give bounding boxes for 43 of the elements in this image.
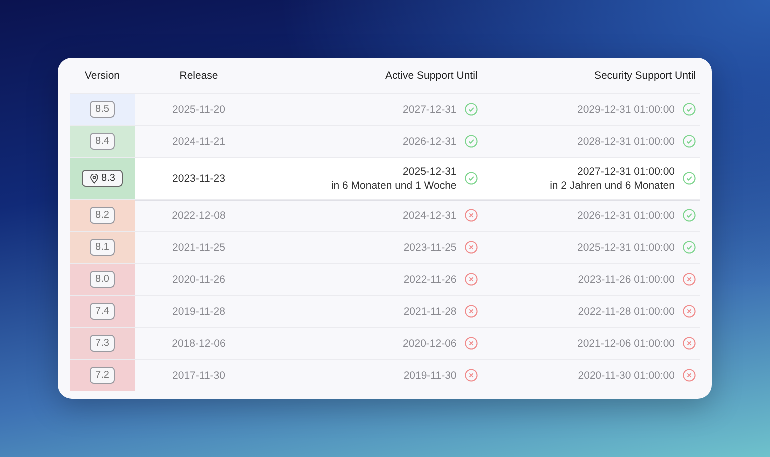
column-header: Active Support Until xyxy=(386,70,478,82)
release-date-text: 2018-12-06 xyxy=(172,338,226,350)
version-badge: 8.4 xyxy=(90,133,116,150)
date-text: 2021-11-28 xyxy=(404,304,457,318)
release-date-text: 2017-11-30 xyxy=(172,370,226,382)
date-text: 2022-11-28 01:00:00 xyxy=(578,304,675,318)
date-text: 2020-12-06 xyxy=(403,336,457,350)
date-text: 2022-11-26 xyxy=(404,272,457,286)
version-badge: 7.2 xyxy=(90,367,116,384)
date-text: 2020-11-30 01:00:00 xyxy=(578,368,675,382)
date-text: 2026-12-31 01:00:00 xyxy=(578,208,675,222)
release-date-text: 2025-11-20 xyxy=(172,104,226,116)
date-text: 2026-12-31 xyxy=(403,134,457,148)
column-header: Security Support Until xyxy=(594,70,696,82)
version-badge: 8.0 xyxy=(90,271,116,288)
date-text: 2023-11-26 01:00:00 xyxy=(578,272,675,286)
version-badge: 8.2 xyxy=(90,207,116,224)
version-badge: 7.4 xyxy=(90,303,116,320)
date-text: 2019-11-30 xyxy=(404,368,457,382)
release-date-text: 2022-12-08 xyxy=(172,210,226,222)
release-date-text: 2021-11-25 xyxy=(172,242,226,254)
release-date-text: 2020-11-26 xyxy=(172,274,226,286)
relative-time-text: in 6 Monaten und 1 Woche xyxy=(331,178,457,192)
date-text: 2027-12-31 01:00:00 xyxy=(578,164,675,178)
location-pin-icon xyxy=(90,174,99,184)
date-text: 2024-12-31 xyxy=(403,208,457,222)
date-text: 2029-12-31 01:00:00 xyxy=(578,102,675,116)
version-badge: 7.3 xyxy=(90,335,116,352)
release-date-text: 2019-11-28 xyxy=(172,306,226,318)
relative-time-text: in 2 Jahren und 6 Monaten xyxy=(550,178,675,192)
date-text: 2023-11-25 xyxy=(404,240,457,254)
release-date-text: 2024-11-21 xyxy=(172,136,226,148)
version-badge: 8.1 xyxy=(90,239,116,256)
date-text: 2021-12-06 01:00:00 xyxy=(578,336,675,350)
version-badge: 8.3 xyxy=(82,170,124,187)
date-text: 2025-12-31 01:00:00 xyxy=(578,240,675,254)
date-text: 2025-12-31 xyxy=(403,164,457,178)
column-header: Version xyxy=(84,70,120,82)
release-date-text: 2023-11-23 xyxy=(172,172,226,184)
column-header: Release xyxy=(180,70,218,82)
date-text: 2028-12-31 01:00:00 xyxy=(578,134,675,148)
date-text: 2027-12-31 xyxy=(403,102,457,116)
version-badge: 8.5 xyxy=(90,101,116,118)
